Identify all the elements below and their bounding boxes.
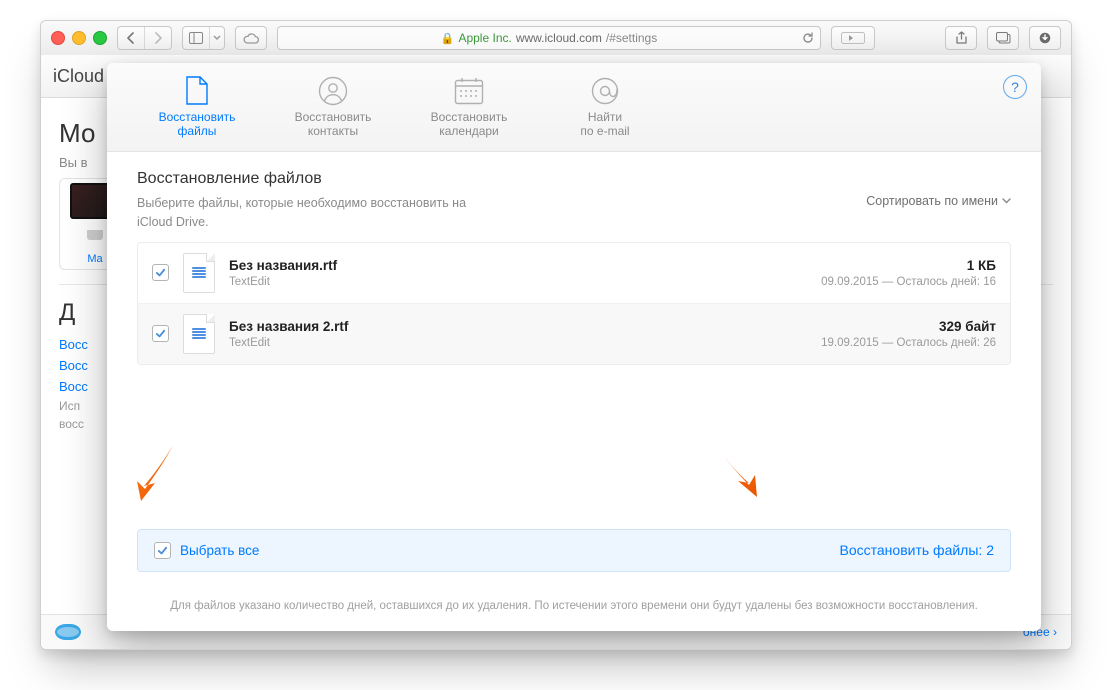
url-bar[interactable]: 🔒 Apple Inc. www.icloud.com /#settings (277, 26, 821, 50)
file-icon (182, 76, 212, 106)
reload-button[interactable] (802, 32, 814, 44)
file-list: Без названия.rtf TextEdit 1 КБ 09.09.201… (137, 242, 1011, 365)
file-meta: 09.09.2015 — Осталось дней: 16 (821, 276, 996, 288)
file-row[interactable]: Без названия.rtf TextEdit 1 КБ 09.09.201… (138, 243, 1010, 303)
lock-icon: 🔒 (441, 32, 455, 45)
document-icon (183, 314, 215, 354)
at-icon (590, 76, 620, 106)
sort-dropdown[interactable]: Сортировать по имени (866, 194, 1011, 208)
zoom-window-button[interactable] (93, 31, 107, 45)
select-all-toggle[interactable]: Выбрать все (154, 542, 259, 559)
tab-label: Восстановитьконтакты (295, 110, 372, 139)
modal-description: Выберите файлы, которые необходимо восст… (137, 194, 497, 232)
document-icon (183, 253, 215, 293)
tab-restore-contacts[interactable]: Восстановитьконтакты (283, 76, 383, 139)
share-button[interactable] (945, 26, 977, 50)
family-icon (55, 624, 81, 640)
modal-footnote: Для файлов указано количество дней, оста… (107, 584, 1041, 631)
reader-button[interactable] (831, 26, 875, 50)
select-all-label: Выбрать все (180, 543, 259, 558)
family-sharing[interactable] (55, 624, 81, 640)
file-name: Без названия 2.rtf (229, 319, 348, 334)
file-checkbox[interactable] (152, 264, 169, 281)
tab-restore-calendars[interactable]: Восстановитькалендари (419, 76, 519, 139)
chevron-down-icon (1002, 198, 1011, 204)
help-button[interactable]: ? (1003, 75, 1027, 99)
tab-restore-files[interactable]: Восстановитьфайлы (147, 76, 247, 139)
device-label: Ma (87, 253, 102, 265)
close-window-button[interactable] (51, 31, 65, 45)
sidebar-toggle-group (182, 26, 225, 50)
forward-button[interactable] (144, 27, 171, 49)
show-sidebar-button[interactable] (183, 27, 209, 49)
file-size: 329 байт (821, 319, 996, 334)
show-tabs-button[interactable] (987, 26, 1019, 50)
sort-label: Сортировать по имени (866, 194, 998, 208)
action-bar: Выбрать все Восстановить файлы: 2 (137, 529, 1011, 572)
file-app: TextEdit (229, 337, 348, 349)
browser-titlebar: 🔒 Apple Inc. www.icloud.com /#settings (41, 21, 1071, 56)
icloud-tabs-button[interactable] (235, 26, 267, 50)
file-row[interactable]: Без названия 2.rtf TextEdit 329 байт 19.… (138, 303, 1010, 364)
restore-files-button[interactable]: Восстановить файлы: 2 (840, 542, 994, 558)
file-name: Без названия.rtf (229, 258, 337, 273)
file-size: 1 КБ (821, 258, 996, 273)
tab-find-by-email[interactable]: Найтипо e-mail (555, 76, 655, 139)
tab-label: Восстановитьфайлы (159, 110, 236, 139)
modal-tab-bar: Восстановитьфайлы Восстановитьконтакты В… (107, 63, 1041, 152)
downloads-button[interactable] (1029, 26, 1061, 50)
nav-back-forward (117, 26, 172, 50)
url-host-prefix: Apple Inc. (458, 31, 511, 45)
url-path: /#settings (606, 31, 657, 45)
window-controls (51, 31, 107, 45)
back-button[interactable] (118, 27, 144, 49)
file-meta: 19.09.2015 — Осталось дней: 26 (821, 337, 996, 349)
browser-window: 🔒 Apple Inc. www.icloud.com /#settings (40, 20, 1072, 650)
tab-label: Восстановитькалендари (431, 110, 508, 139)
minimize-window-button[interactable] (72, 31, 86, 45)
calendar-icon (454, 76, 484, 106)
modal-title: Восстановление файлов (137, 170, 1011, 188)
sidebar-dropdown-button[interactable] (209, 27, 224, 49)
tab-label: Найтипо e-mail (580, 110, 629, 139)
select-all-checkbox[interactable] (154, 542, 171, 559)
app-name: iCloud (53, 66, 104, 87)
file-app: TextEdit (229, 276, 337, 288)
contact-icon (318, 76, 348, 106)
file-checkbox[interactable] (152, 325, 169, 342)
restore-modal: Восстановитьфайлы Восстановитьконтакты В… (107, 63, 1041, 631)
url-domain: www.icloud.com (516, 31, 602, 45)
